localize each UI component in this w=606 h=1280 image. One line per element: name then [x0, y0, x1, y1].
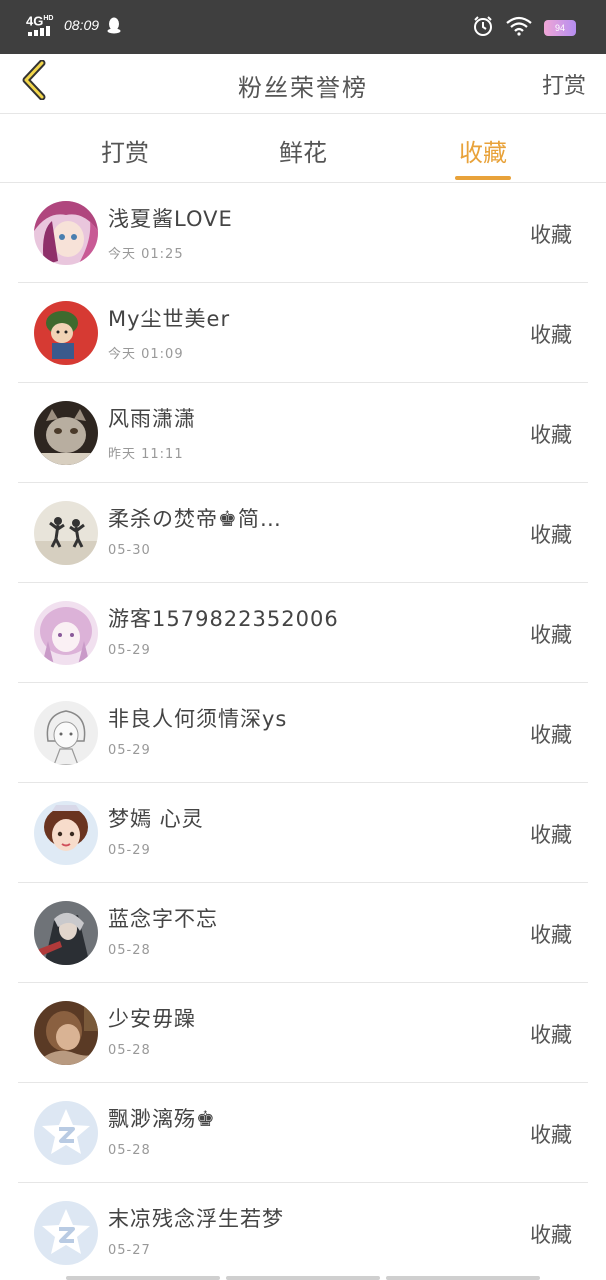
user-name: 飘渺漓殇♚: [108, 1107, 216, 1131]
scroll-edge-indicator: [66, 1276, 540, 1280]
fan-list: 浅夏酱LOVE 今天 01:25 收藏 My尘世美er 今天 01:09 收藏 …: [0, 183, 606, 1280]
list-item[interactable]: 飘渺漓殇♚ 05-28 收藏: [0, 1083, 606, 1183]
timestamp: 05-28: [108, 1043, 151, 1058]
action-label: 收藏: [530, 623, 572, 647]
action-label: 收藏: [530, 523, 572, 547]
signal-indicator: 4GHD: [26, 12, 56, 38]
battery-icon: 94: [544, 20, 576, 36]
timestamp: 昨天 11:11: [108, 447, 184, 462]
tab-bar: 打赏 鲜花 收藏: [0, 115, 606, 183]
status-time: 08:09: [64, 17, 100, 33]
status-bar: 4GHD 08:09 94: [0, 0, 606, 54]
default-avatar-star-icon: [34, 1201, 98, 1265]
avatar: [34, 401, 98, 465]
user-name: 梦嫣 心灵: [108, 807, 204, 831]
timestamp: 05-29: [108, 743, 151, 758]
action-label: 收藏: [530, 1223, 572, 1247]
timestamp: 05-28: [108, 943, 151, 958]
page-title: 粉丝荣誉榜: [238, 74, 368, 102]
avatar: [34, 701, 98, 765]
action-label: 收藏: [530, 1023, 572, 1047]
timestamp: 05-29: [108, 843, 151, 858]
avatar: [34, 301, 98, 365]
action-label: 收藏: [530, 823, 572, 847]
qq-icon: [107, 17, 121, 34]
avatar: [34, 801, 98, 865]
alarm-icon: [472, 15, 494, 41]
action-label: 收藏: [530, 223, 572, 247]
user-name: 游客1579822352006: [108, 607, 339, 631]
list-item[interactable]: 梦嫣 心灵 05-29 收藏: [0, 783, 606, 883]
battery-level: 94: [554, 23, 565, 33]
action-label: 收藏: [530, 423, 572, 447]
list-item[interactable]: 末凉残念浮生若梦 05-27 收藏: [0, 1183, 606, 1280]
reward-button[interactable]: 打赏: [542, 68, 586, 100]
list-item[interactable]: 浅夏酱LOVE 今天 01:25 收藏: [0, 183, 606, 283]
active-tab-indicator: [455, 176, 511, 180]
user-name: 非良人何须情深ys: [108, 707, 288, 731]
network-sup: HD: [43, 15, 54, 22]
timestamp: 今天 01:25: [108, 247, 184, 262]
default-avatar-star-icon: [34, 1101, 98, 1165]
wifi-icon: [506, 16, 532, 40]
list-item[interactable]: 蓝念字不忘 05-28 收藏: [0, 883, 606, 983]
timestamp: 今天 01:09: [108, 347, 184, 362]
signal-bars-icon: [28, 26, 50, 36]
action-label: 收藏: [530, 723, 572, 747]
action-label: 收藏: [530, 923, 572, 947]
avatar: [34, 201, 98, 265]
tab-favorites[interactable]: 收藏: [433, 133, 533, 168]
user-name: 蓝念字不忘: [108, 907, 218, 931]
action-label: 收藏: [530, 1123, 572, 1147]
user-name: 柔杀の焚帝♚简…: [108, 507, 282, 531]
list-item[interactable]: 非良人何须情深ys 05-29 收藏: [0, 683, 606, 783]
action-label: 收藏: [530, 323, 572, 347]
tab-flowers[interactable]: 鲜花: [253, 133, 353, 168]
timestamp: 05-30: [108, 543, 151, 558]
avatar: [34, 501, 98, 565]
nav-bar: 粉丝荣誉榜 打赏: [0, 54, 606, 114]
avatar: [34, 601, 98, 665]
timestamp: 05-27: [108, 1243, 151, 1258]
list-item[interactable]: 游客1579822352006 05-29 收藏: [0, 583, 606, 683]
user-name: 末凉残念浮生若梦: [108, 1207, 284, 1231]
tab-reward[interactable]: 打赏: [75, 133, 175, 168]
list-item[interactable]: 少安毋躁 05-28 收藏: [0, 983, 606, 1083]
avatar: [34, 1001, 98, 1065]
avatar: [34, 1101, 98, 1165]
user-name: 少安毋躁: [108, 1007, 196, 1031]
user-name: 浅夏酱LOVE: [108, 207, 233, 231]
user-name: My尘世美er: [108, 307, 231, 331]
timestamp: 05-28: [108, 1143, 151, 1158]
list-item[interactable]: 柔杀の焚帝♚简… 05-30 收藏: [0, 483, 606, 583]
avatar: [34, 1201, 98, 1265]
list-item[interactable]: My尘世美er 今天 01:09 收藏: [0, 283, 606, 383]
avatar: [34, 901, 98, 965]
user-name: 风雨潇潇: [108, 407, 196, 431]
list-item[interactable]: 风雨潇潇 昨天 11:11 收藏: [0, 383, 606, 483]
timestamp: 05-29: [108, 643, 151, 658]
